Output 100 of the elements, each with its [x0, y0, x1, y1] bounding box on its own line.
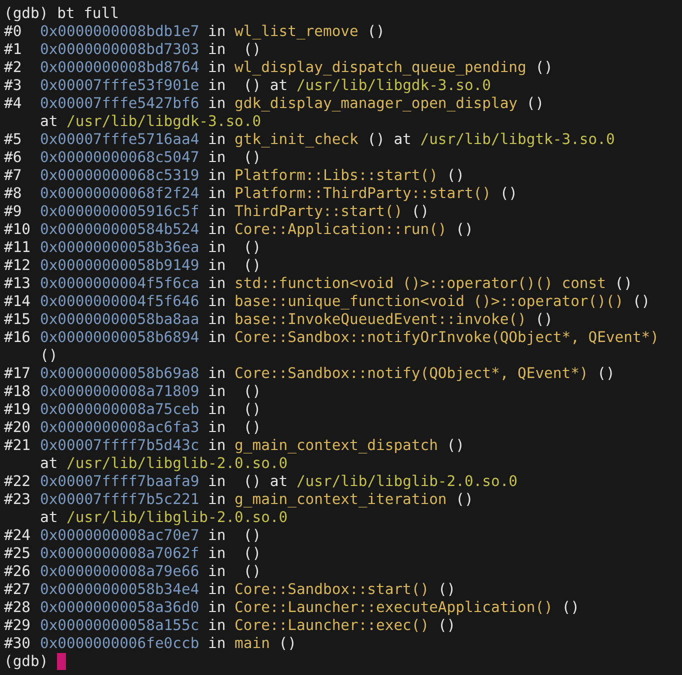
in-keyword: in: [208, 383, 226, 400]
command-text: bt full: [57, 5, 119, 22]
gdb-prompt: (gdb): [4, 653, 48, 670]
in-keyword: in: [208, 563, 226, 580]
memory-address: 0x0000000008a71809: [40, 383, 200, 400]
frame-number: #29: [4, 617, 32, 635]
function-name: Core::Launcher::exec(): [234, 617, 430, 634]
frame-number: #22: [4, 473, 32, 491]
in-keyword: in: [208, 221, 226, 238]
function-name: gtk_init_check: [234, 131, 358, 148]
memory-address: 0x0000000008bd8764: [40, 59, 200, 76]
in-keyword: in: [208, 635, 226, 652]
function-name: wl_list_remove: [234, 23, 358, 40]
function-name: Core::Sandbox::start(): [234, 581, 430, 598]
memory-address: 0x0000000008bd7303: [40, 41, 200, 58]
library-path: /usr/lib/libgdk-3.so.0: [66, 113, 262, 130]
in-keyword: in: [208, 617, 226, 634]
in-keyword: in: [208, 473, 226, 490]
in-keyword: in: [208, 599, 226, 616]
arguments-text: (): [243, 77, 262, 94]
function-name: Core::Sandbox::notify(QObject*, QEvent*): [234, 365, 588, 382]
function-name: Platform::ThirdParty::start(): [234, 185, 491, 202]
arguments-text: (): [243, 401, 262, 418]
frame-number: #0: [4, 23, 23, 41]
arguments-text: (): [243, 473, 262, 490]
in-keyword: in: [208, 311, 226, 328]
memory-address: 0x00000000068c5319: [40, 167, 200, 184]
library-path: /usr/lib/libglib-2.0.so.0: [66, 455, 288, 472]
arguments-text: (): [243, 257, 262, 274]
memory-address: 0x00007fffe5427bf6: [40, 95, 200, 112]
library-path: /usr/lib/libgtk-3.so.0: [420, 131, 615, 148]
in-keyword: in: [208, 581, 226, 598]
frame-number: #13: [4, 275, 32, 293]
arguments-text: (): [535, 59, 553, 76]
in-keyword: in: [208, 491, 226, 508]
memory-address: 0x00000000068c5047: [40, 149, 200, 166]
function-name: wl_display_dispatch_queue_pending: [234, 59, 526, 76]
arguments-text: (): [614, 275, 632, 292]
arguments-text: (): [278, 635, 296, 652]
in-keyword: in: [208, 41, 226, 58]
frame-number: #17: [4, 365, 32, 383]
at-keyword: at: [270, 473, 288, 490]
at-keyword: at: [40, 509, 58, 526]
at-keyword: at: [40, 113, 58, 130]
in-keyword: in: [208, 77, 226, 94]
arguments-text: (): [243, 563, 262, 580]
in-keyword: in: [208, 257, 226, 274]
in-keyword: in: [208, 401, 226, 418]
frame-number: #24: [4, 527, 32, 545]
arguments-text: (): [526, 95, 544, 112]
frame-number: #16: [4, 329, 32, 347]
arguments-text: (): [243, 41, 262, 58]
function-name: main: [234, 635, 270, 652]
memory-address: 0x000000000584b524: [40, 221, 200, 238]
memory-address: 0x0000000004f5f6ca: [40, 275, 200, 292]
in-keyword: in: [208, 329, 226, 346]
in-keyword: in: [208, 275, 226, 292]
memory-address: 0x0000000008bdb1e7: [40, 23, 200, 40]
memory-address: 0x00000000058a36d0: [40, 599, 200, 616]
in-keyword: in: [208, 419, 226, 436]
frame-number: #21: [4, 437, 32, 455]
frame-number: #19: [4, 401, 32, 419]
arguments-text: (): [597, 365, 615, 382]
frame-number: #2: [4, 59, 23, 77]
frame-number: #7: [4, 167, 23, 185]
frame-number: #9: [4, 203, 23, 221]
memory-address: 0x00000000058b9149: [40, 257, 200, 274]
at-keyword: at: [270, 77, 288, 94]
frame-number: #12: [4, 257, 32, 275]
arguments-text: (): [243, 527, 262, 544]
text-cursor: [57, 653, 66, 670]
memory-address: 0x0000000008a7062f: [40, 545, 200, 562]
in-keyword: in: [208, 365, 226, 382]
function-name: g_main_context_dispatch: [234, 437, 438, 454]
memory-address: 0x00000000068f2f24: [40, 185, 200, 202]
frame-number: #5: [4, 131, 23, 149]
arguments-text: (): [367, 23, 385, 40]
frame-number: #15: [4, 311, 32, 329]
arguments-text: (): [632, 293, 650, 310]
arguments-text: (): [243, 383, 262, 400]
memory-address: 0x00000000058a155c: [40, 617, 200, 634]
memory-address: 0x0000000008ac6fa3: [40, 419, 200, 436]
library-path: /usr/lib/libglib-2.0.so.0: [296, 473, 518, 490]
frame-number: #6: [4, 149, 23, 167]
frame-number: #20: [4, 419, 32, 437]
memory-address: 0x0000000008ac70e7: [40, 527, 200, 544]
arguments-text: (): [438, 617, 456, 634]
frame-number: #26: [4, 563, 32, 581]
memory-address: 0x00000000058ba8aa: [40, 311, 200, 328]
arguments-text: (): [243, 545, 262, 562]
function-name: Core::Launcher::executeApplication(): [234, 599, 553, 616]
at-keyword: at: [40, 455, 58, 472]
frame-number: #4: [4, 95, 23, 113]
arguments-text: (): [243, 149, 262, 166]
arguments-text: (): [243, 419, 262, 436]
memory-address: 0x00007fffe5716aa4: [40, 131, 200, 148]
frame-number: #11: [4, 239, 32, 257]
arguments-text: (): [446, 167, 464, 184]
arguments-text: (): [40, 347, 58, 364]
frame-number: #1: [4, 41, 23, 59]
